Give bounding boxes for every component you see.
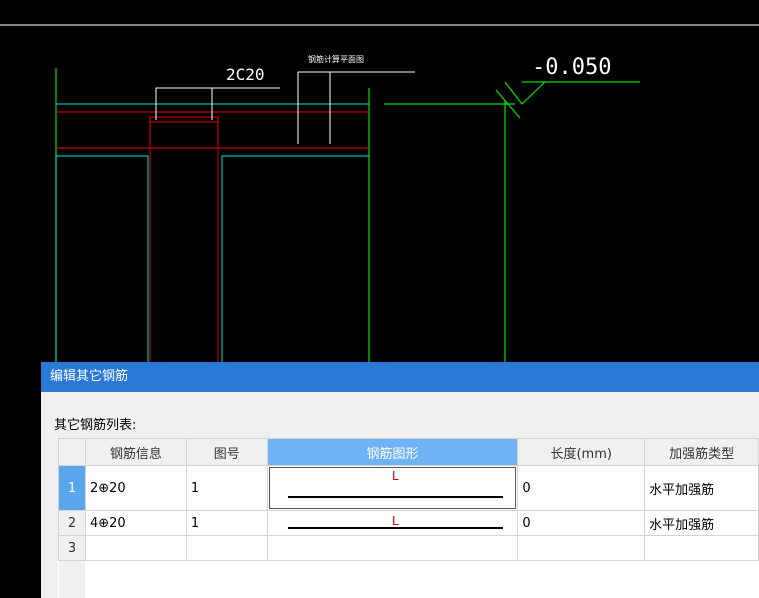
elevation-label: -0.050: [532, 55, 611, 80]
rebar-shape-cell[interactable]: [266, 535, 519, 561]
row-number-empty: [58, 560, 86, 598]
reinforcement-type-cell[interactable]: 水平加强筋: [644, 465, 759, 511]
empty-row-area: [58, 560, 759, 598]
section-label: 钢筋计算平面图: [308, 54, 364, 64]
rebar-info-cell[interactable]: 4⊕20: [84, 510, 187, 536]
col-header-type[interactable]: 加强筋类型: [644, 438, 759, 466]
figure-number-cell[interactable]: [185, 535, 268, 561]
concrete-outline: [55, 103, 369, 362]
empty-area: [85, 561, 758, 598]
grid-corner[interactable]: [58, 438, 86, 466]
leader-lines: [155, 71, 415, 144]
table-row[interactable]: 3: [58, 535, 759, 561]
shape-code: L: [391, 514, 400, 528]
row-number[interactable]: 2: [58, 510, 86, 536]
rebar-shape-cell[interactable]: L: [266, 510, 519, 536]
reinforcement-type-cell[interactable]: [644, 535, 759, 561]
rebar-lines: [56, 111, 369, 362]
rebar-label: 2C20: [226, 65, 265, 84]
rebar-shape-line: [287, 496, 504, 498]
table-row[interactable]: 1 2⊕20 1 L 0 水平加强筋: [58, 465, 759, 511]
rebar-list-label: 其它钢筋列表:: [54, 418, 137, 433]
rebar-shape-line: [287, 527, 504, 529]
rebar-grid[interactable]: 钢筋信息 图号 钢筋图形 长度(mm) 加强筋类型 1 2⊕20 1 L 0 水…: [58, 438, 759, 598]
rebar-info-cell[interactable]: 2⊕20: [84, 465, 187, 511]
dialog-title: 编辑其它钢筋: [41, 362, 759, 392]
row-number[interactable]: 3: [58, 535, 86, 561]
col-header-figure[interactable]: 图号: [185, 438, 268, 466]
length-cell[interactable]: 0: [517, 510, 646, 536]
length-cell[interactable]: [517, 535, 646, 561]
figure-number-cell[interactable]: 1: [185, 510, 268, 536]
col-header-shape[interactable]: 钢筋图形: [266, 438, 519, 466]
row-number[interactable]: 1: [58, 465, 86, 511]
reinforcement-type-cell[interactable]: 水平加强筋: [644, 510, 759, 536]
rebar-info-cell[interactable]: [84, 535, 187, 561]
figure-number-cell[interactable]: 1: [185, 465, 268, 511]
table-row[interactable]: 2 4⊕20 1 L 0 水平加强筋: [58, 510, 759, 536]
edit-other-rebar-dialog: 编辑其它钢筋 其它钢筋列表: 钢筋信息 图号 钢筋图形 长度(mm) 加强筋类型: [41, 362, 759, 598]
length-cell[interactable]: 0: [517, 465, 646, 511]
col-header-length[interactable]: 长度(mm): [517, 438, 646, 466]
col-header-info[interactable]: 钢筋信息: [84, 438, 187, 466]
rebar-shape-cell[interactable]: L: [266, 465, 519, 511]
shape-code: L: [391, 469, 400, 483]
